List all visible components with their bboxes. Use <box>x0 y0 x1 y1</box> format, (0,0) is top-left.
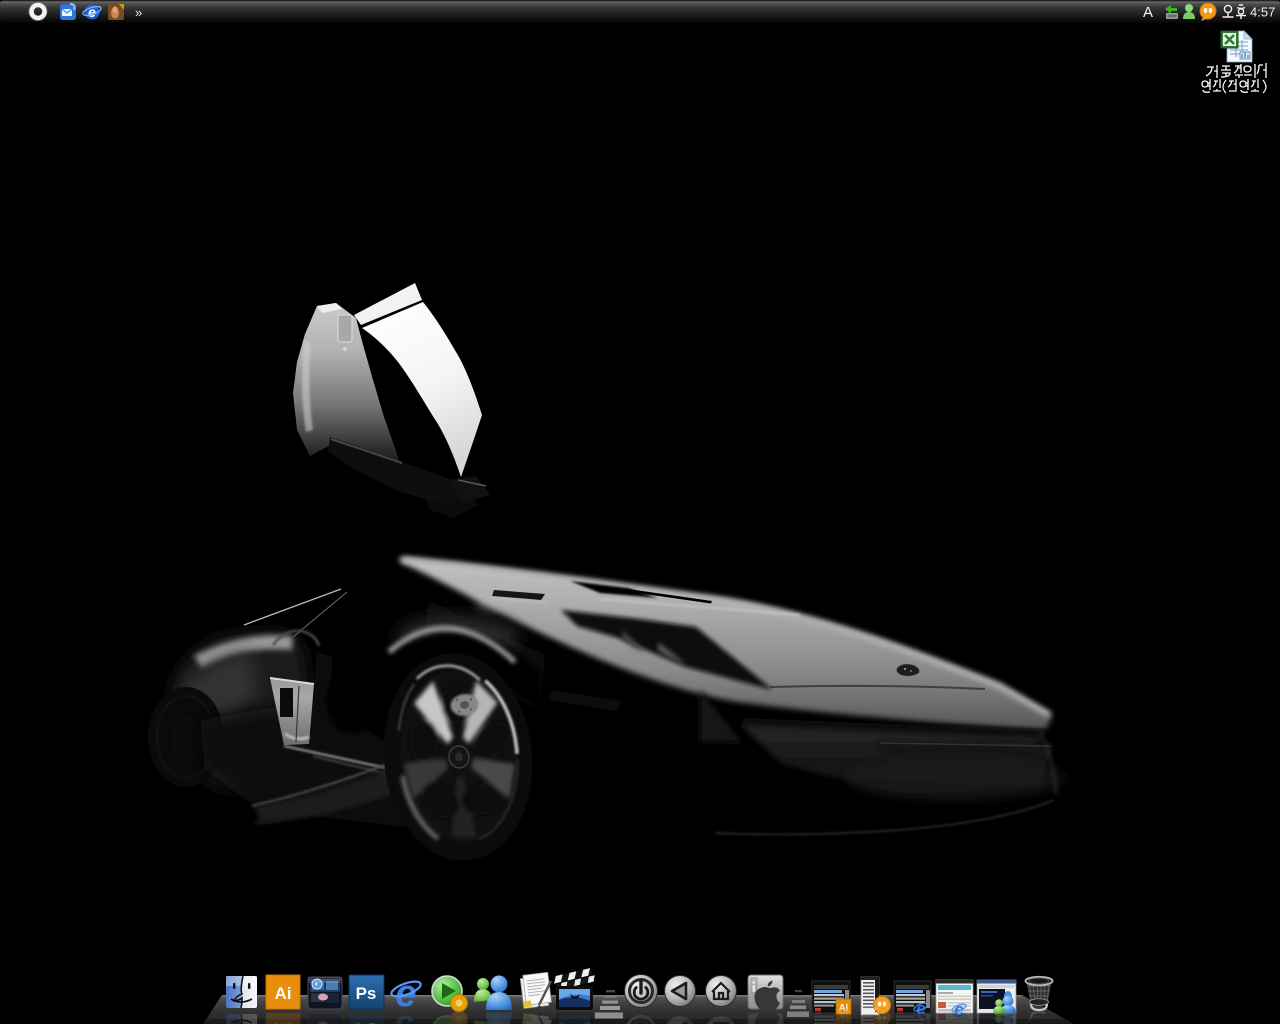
svg-text:A: A <box>1143 4 1153 21</box>
svg-text:»: » <box>135 5 142 20</box>
svg-text:Ai: Ai <box>275 984 292 1003</box>
svg-text:Ps: Ps <box>356 984 377 1003</box>
svg-text:4:57: 4:57 <box>1250 5 1275 20</box>
